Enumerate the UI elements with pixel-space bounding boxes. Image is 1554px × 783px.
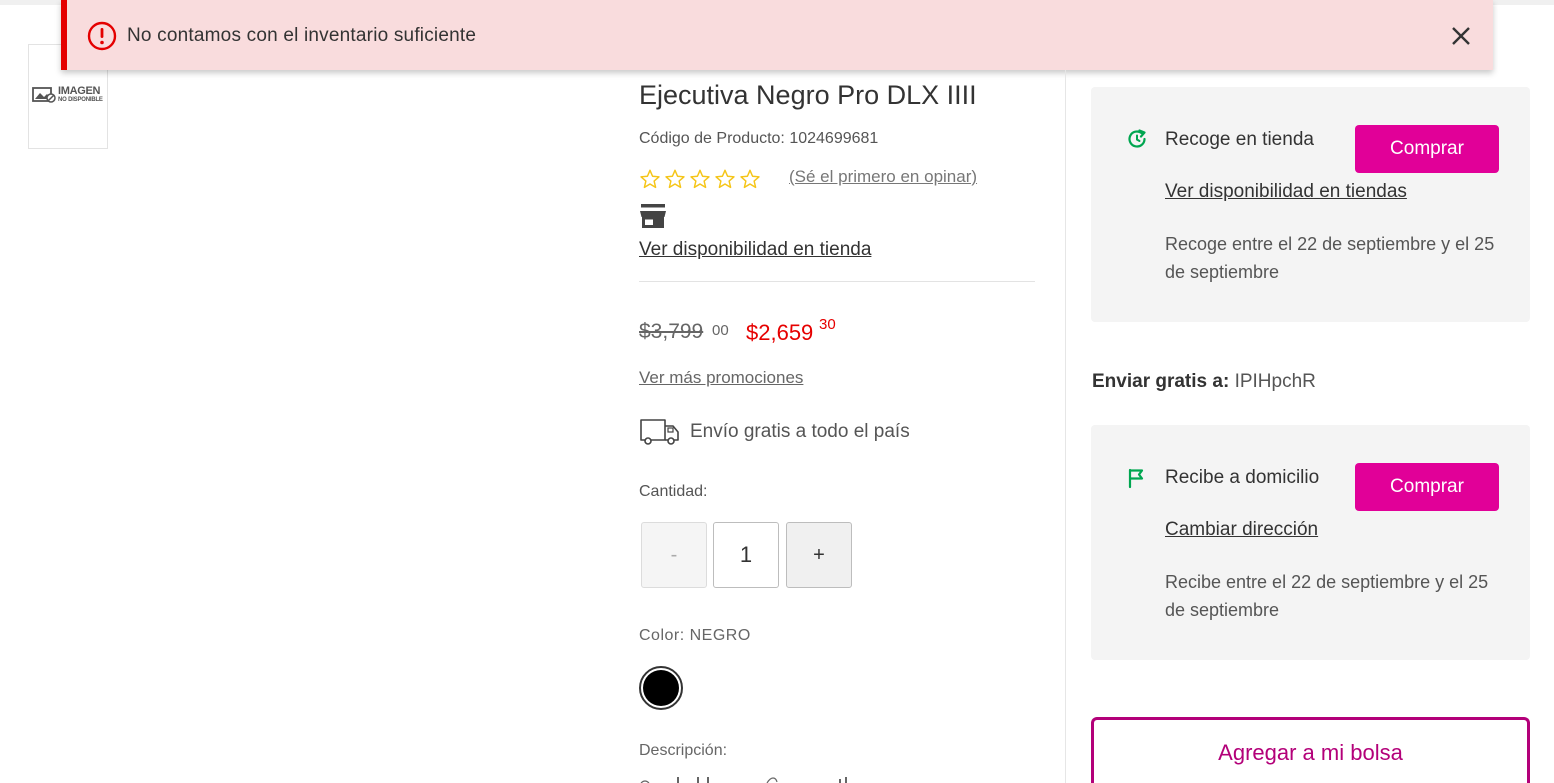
home-delivery-title: Recibe a domicilio bbox=[1165, 467, 1320, 488]
sale-price: $2,659 bbox=[746, 320, 814, 345]
quantity-increase-button[interactable]: + bbox=[786, 522, 852, 588]
quantity-decrease-button[interactable]: - bbox=[641, 522, 707, 588]
store-icon bbox=[640, 204, 666, 228]
divider bbox=[639, 281, 1035, 282]
star-outline-icon bbox=[715, 169, 735, 189]
ship-to-value: IPIHpchR bbox=[1234, 371, 1316, 392]
rating-stars[interactable] bbox=[639, 168, 761, 190]
delivery-truck-icon bbox=[640, 419, 679, 445]
refresh-clock-icon bbox=[1128, 129, 1146, 148]
first-review-link[interactable]: (Sé el primero en opinar) bbox=[789, 167, 977, 187]
pickup-title: Recoge en tienda bbox=[1165, 129, 1314, 150]
old-price-cents: 00 bbox=[712, 322, 729, 339]
description-label: Descripción: bbox=[639, 742, 728, 759]
home-delivery-date-text: Recibe entre el 22 de septiembre y el 25… bbox=[1165, 572, 1489, 620]
error-alert: No contamos con el inventario suficiente bbox=[61, 0, 1493, 70]
star-outline-icon bbox=[640, 169, 660, 189]
ship-to-label: Enviar gratis a: bbox=[1092, 371, 1230, 392]
quantity-input[interactable]: 1 bbox=[713, 522, 779, 588]
quantity-label: Cantidad: bbox=[639, 483, 708, 500]
star-outline-icon bbox=[665, 169, 685, 189]
product-code: Código de Producto: 1024699681 bbox=[639, 130, 879, 147]
description-text-cutoff bbox=[640, 777, 847, 783]
stores-availability-link[interactable]: Ver disponibilidad en tiendas bbox=[1165, 181, 1407, 203]
star-outline-icon bbox=[690, 169, 710, 189]
color-label: Color: NEGRO bbox=[639, 627, 751, 644]
color-swatch-black[interactable] bbox=[639, 666, 683, 710]
column-separator bbox=[1065, 70, 1066, 783]
pickup-date-text: Recoge entre el 22 de septiembre y el 25… bbox=[1165, 234, 1495, 282]
store-availability-link[interactable]: Ver disponibilidad en tienda bbox=[639, 239, 871, 261]
image-unavailable-placeholder: IMAGEN NO DISPONIBLE bbox=[32, 85, 103, 103]
placeholder-subtitle: NO DISPONIBLE bbox=[58, 96, 103, 103]
placeholder-title: IMAGEN bbox=[58, 84, 101, 97]
free-shipping-text: Envío gratis a todo el país bbox=[690, 421, 910, 442]
star-outline-icon bbox=[740, 169, 760, 189]
pickup-buy-button[interactable]: Comprar bbox=[1355, 125, 1499, 173]
close-icon[interactable] bbox=[1451, 26, 1471, 46]
store-pickup-panel: Recoge en tienda Comprar Ver disponibili… bbox=[1091, 87, 1530, 322]
error-circle-icon bbox=[87, 21, 117, 51]
image-icon bbox=[32, 87, 56, 103]
swatch-fill bbox=[643, 670, 679, 706]
sale-price-cents: 30 bbox=[819, 316, 836, 333]
alert-message: No contamos con el inventario suficiente bbox=[127, 25, 477, 46]
flag-icon bbox=[1128, 468, 1144, 489]
change-address-link[interactable]: Cambiar dirección bbox=[1165, 519, 1318, 541]
add-to-bag-button[interactable]: Agregar a mi bolsa bbox=[1091, 717, 1530, 783]
old-price: $3,799 bbox=[639, 320, 704, 343]
product-title: Ejecutiva Negro Pro DLX IIII bbox=[639, 80, 977, 110]
more-promotions-link[interactable]: Ver más promociones bbox=[639, 368, 803, 388]
home-delivery-buy-button[interactable]: Comprar bbox=[1355, 463, 1499, 511]
home-delivery-panel: Recibe a domicilio Comprar Cambiar direc… bbox=[1091, 425, 1530, 660]
ship-to: Enviar gratis a: IPIHpchR bbox=[1092, 371, 1316, 393]
